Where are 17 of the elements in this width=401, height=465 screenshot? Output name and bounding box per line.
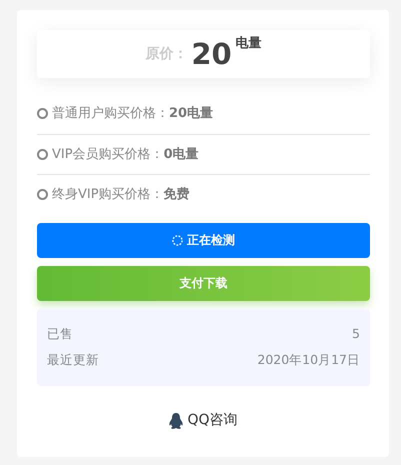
info-value: 5 (352, 324, 360, 342)
qq-consult-link[interactable]: QQ咨询 (169, 410, 238, 431)
pay-download-button[interactable]: 支付下载 (37, 266, 370, 300)
price-unit: 电量 (236, 35, 262, 53)
price-text: 普通用户购买价格：20电量 (52, 104, 214, 123)
price-text: 终身VIP购买价格：免费 (52, 186, 190, 204)
info-value: 2020年10月17日 (257, 351, 360, 370)
price-text: VIP会员购买价格：0电量 (52, 146, 199, 164)
circle-icon (37, 108, 48, 120)
info-label: 最近更新 (47, 351, 99, 370)
penguin-icon (169, 412, 184, 428)
circle-icon (37, 189, 48, 200)
checking-button[interactable]: 正在检测 (37, 222, 370, 258)
circle-icon (37, 148, 48, 160)
spinner-icon (172, 234, 183, 246)
price-amount: 20 (191, 40, 232, 68)
info-label: 已售 (47, 324, 73, 342)
